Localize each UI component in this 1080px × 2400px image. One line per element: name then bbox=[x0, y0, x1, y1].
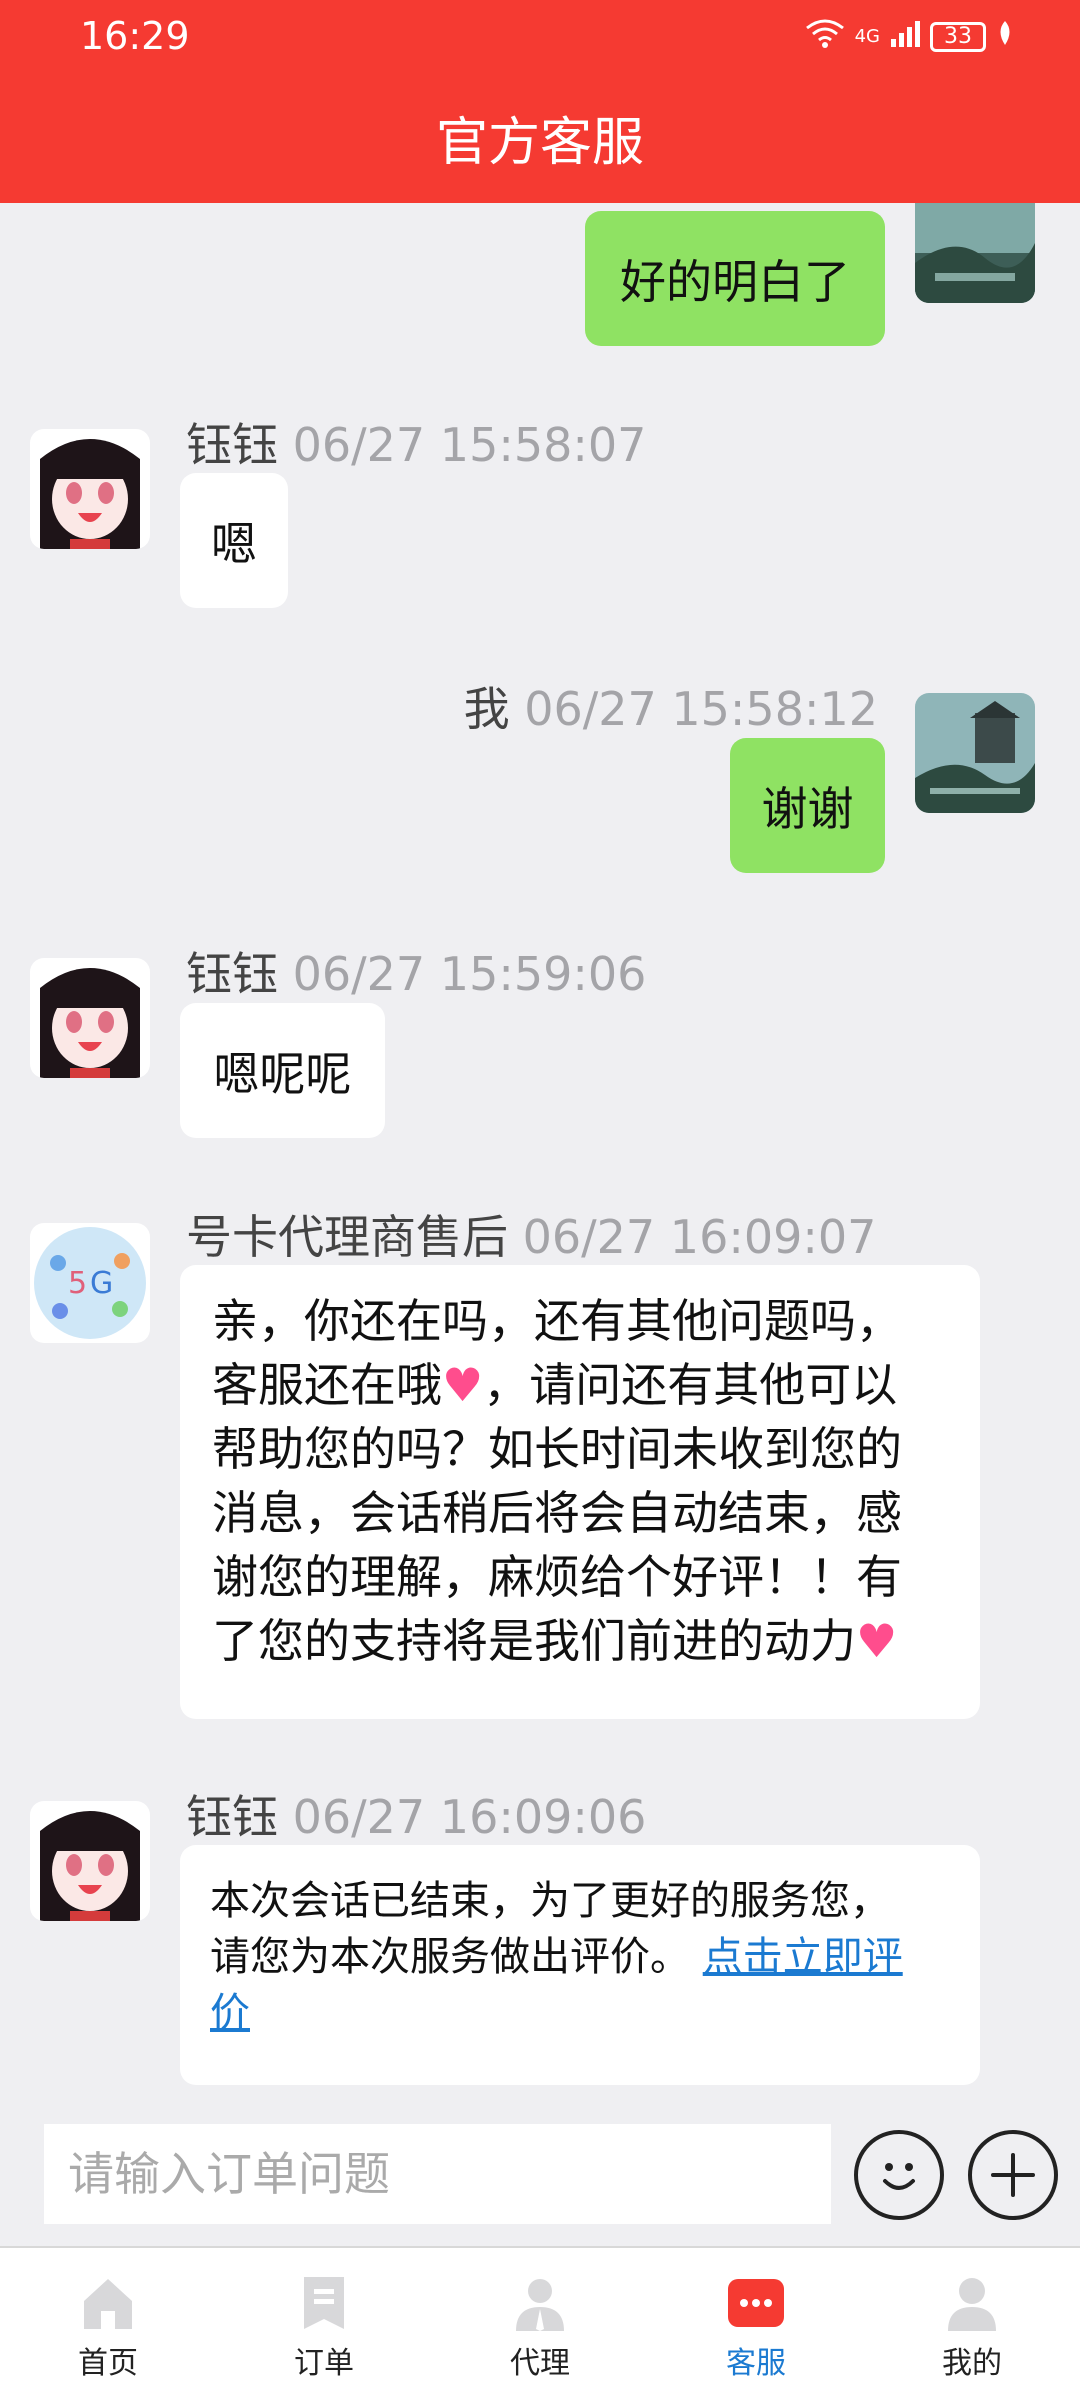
add-button[interactable] bbox=[968, 2130, 1058, 2220]
message-meta: 钰钰 06/27 15:58:07 bbox=[186, 409, 646, 475]
nav-customer-service[interactable]: 客服 bbox=[648, 2248, 864, 2400]
message-line: 请您为本次服务做出评价。 点击立即评 bbox=[210, 1929, 950, 1985]
sender-name: 钰钰 bbox=[186, 1790, 278, 1844]
smiley-icon bbox=[883, 2163, 915, 2190]
wifi-icon bbox=[805, 18, 845, 55]
emoji-button[interactable] bbox=[854, 2130, 944, 2220]
message-line: 亲，你还在吗，还有其他问题吗， bbox=[212, 1294, 902, 1348]
signal-icon bbox=[890, 19, 920, 54]
order-icon bbox=[293, 2272, 355, 2334]
nav-agent[interactable]: 代理 bbox=[432, 2248, 648, 2400]
message-line: 本次会话已结束，为了更好的服务您， bbox=[210, 1878, 890, 1924]
message-bubble: 嗯呢呢 bbox=[180, 1003, 385, 1138]
message-line: 客服还在哦♥，请问还有其他可以 bbox=[212, 1353, 948, 1417]
page-title: 官方客服 bbox=[435, 113, 644, 173]
plus-icon bbox=[991, 2153, 1035, 2197]
nav-home[interactable]: 首页 bbox=[0, 2248, 216, 2400]
message-input[interactable] bbox=[44, 2124, 831, 2224]
message-text: 请您为本次服务做出评价。 bbox=[210, 1934, 690, 1980]
svg-text:5: 5 bbox=[68, 1266, 87, 1301]
message-text: 客服还在哦 bbox=[212, 1358, 442, 1412]
message-text: 好的明白了 bbox=[620, 254, 850, 309]
message-meta: 我 06/27 15:58:12 bbox=[464, 673, 878, 739]
nav-label: 客服 bbox=[726, 2346, 786, 2381]
app-header: 16:29 4G 33 官方客服 bbox=[0, 0, 1080, 203]
sender-name: 号卡代理商售后 bbox=[186, 1210, 508, 1264]
message-text: 嗯 bbox=[211, 516, 257, 571]
message-time: 06/27 15:58:12 bbox=[524, 682, 878, 736]
bottom-nav: 首页 订单 代理 客服 我的 bbox=[0, 2246, 1080, 2400]
message-meta: 钰钰 06/27 15:59:06 bbox=[186, 938, 646, 1004]
battery-icon: 33 bbox=[930, 21, 986, 52]
nav-label: 我的 bbox=[942, 2346, 1002, 2381]
message-text: 嗯呢呢 bbox=[213, 1046, 352, 1101]
battery-level: 33 bbox=[944, 24, 972, 49]
message-bubble: 好的明白了 bbox=[585, 211, 885, 346]
nav-label: 代理 bbox=[510, 2346, 570, 2381]
network-type: 4G bbox=[854, 26, 880, 47]
profile-icon bbox=[941, 2272, 1003, 2334]
message-time: 06/27 16:09:07 bbox=[522, 1210, 877, 1264]
message-text: 谢谢 bbox=[761, 781, 854, 836]
agent-avatar[interactable] bbox=[30, 429, 150, 549]
heart-icon: ♥ bbox=[442, 1358, 484, 1412]
shop-avatar[interactable]: 5G bbox=[30, 1223, 150, 1343]
rate-service-link[interactable]: 点击立即评 bbox=[703, 1934, 903, 1980]
sender-name: 钰钰 bbox=[186, 947, 278, 1001]
nav-profile[interactable]: 我的 bbox=[864, 2248, 1080, 2400]
status-icons: 4G 33 bbox=[805, 18, 1014, 55]
message-text: ，请问还有其他可以 bbox=[483, 1358, 898, 1412]
message-meta: 号卡代理商售后 06/27 16:09:07 bbox=[186, 1201, 876, 1267]
message-meta: 钰钰 06/27 16:09:06 bbox=[186, 1781, 646, 1847]
nav-label: 首页 bbox=[78, 2346, 138, 2381]
home-icon bbox=[77, 2272, 139, 2334]
agent-icon bbox=[509, 2272, 571, 2334]
message-line: 谢您的理解，麻烦给个好评！！有 bbox=[212, 1550, 902, 1604]
chat-area[interactable]: 好的明白了 钰钰 06/27 15:58:07 嗯 我 06/27 15:58:… bbox=[0, 203, 1080, 2100]
nav-orders[interactable]: 订单 bbox=[216, 2248, 432, 2400]
message-bubble: 谢谢 bbox=[730, 738, 885, 873]
message-time: 06/27 15:59:06 bbox=[292, 947, 647, 1001]
message-bubble: 亲，你还在吗，还有其他问题吗， 客服还在哦♥，请问还有其他可以 帮助您的吗？如长… bbox=[180, 1265, 980, 1719]
status-time: 16:29 bbox=[80, 14, 190, 58]
message-bubble: 本次会话已结束，为了更好的服务您， 请您为本次服务做出评价。 点击立即评 价 bbox=[180, 1845, 980, 2085]
sender-name: 钰钰 bbox=[186, 418, 278, 472]
message-bubble: 嗯 bbox=[180, 473, 288, 608]
message-text: 了您的支持将是我们前进的动力 bbox=[212, 1614, 856, 1668]
nav-label: 订单 bbox=[294, 2346, 354, 2381]
rate-service-link-cont[interactable]: 价 bbox=[210, 1990, 250, 2036]
my-avatar[interactable] bbox=[915, 203, 1035, 303]
message-time: 06/27 15:58:07 bbox=[292, 418, 647, 472]
message-time: 06/27 16:09:06 bbox=[292, 1790, 647, 1844]
message-line: 了您的支持将是我们前进的动力♥ bbox=[212, 1609, 948, 1673]
input-bar bbox=[0, 2100, 1080, 2246]
agent-avatar[interactable] bbox=[30, 1801, 150, 1921]
sender-name: 我 bbox=[463, 682, 510, 736]
leaf-icon bbox=[996, 19, 1014, 54]
svg-text:G: G bbox=[90, 1266, 113, 1301]
heart-icon: ♥ bbox=[856, 1614, 898, 1668]
message-line: 帮助您的吗？如长时间未收到您的 bbox=[212, 1422, 902, 1476]
message-line: 价 bbox=[210, 1985, 950, 2041]
message-line: 消息，会话稍后将会自动结束，感 bbox=[212, 1486, 902, 1540]
customer-service-icon bbox=[725, 2272, 787, 2334]
agent-avatar[interactable] bbox=[30, 958, 150, 1078]
my-avatar[interactable] bbox=[915, 693, 1035, 813]
